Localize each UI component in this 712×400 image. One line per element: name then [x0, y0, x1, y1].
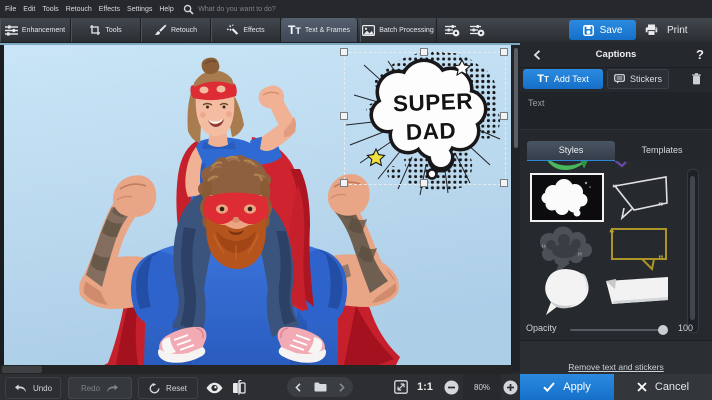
svg-text:”: ” [658, 201, 664, 213]
svg-text:”: ” [577, 251, 583, 263]
svg-text:”: ” [658, 254, 664, 266]
svg-text:“: “ [612, 183, 618, 195]
svg-text:“: “ [541, 243, 547, 255]
svg-text:“: “ [609, 228, 615, 240]
